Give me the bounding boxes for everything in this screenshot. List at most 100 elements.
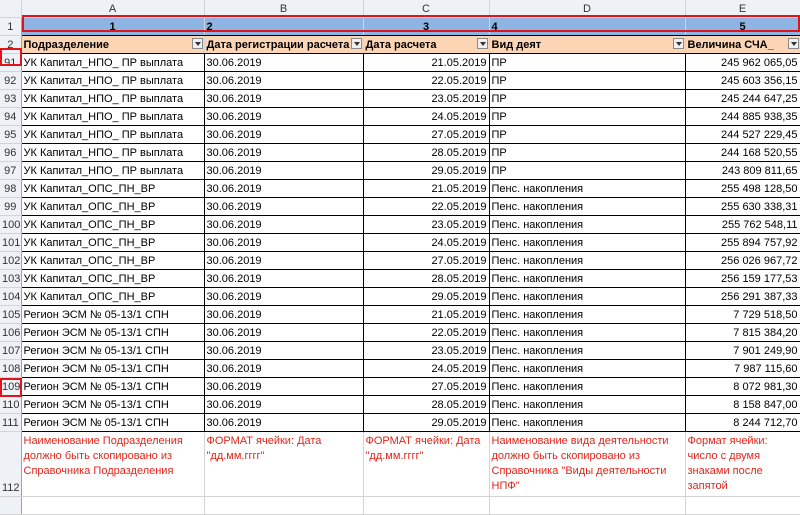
table-cell[interactable]: 255 498 128,50 bbox=[685, 179, 800, 198]
row-header[interactable]: 98 bbox=[0, 179, 22, 198]
table-cell[interactable]: 27.05.2019 bbox=[363, 251, 490, 270]
table-cell[interactable]: 30.06.2019 bbox=[204, 413, 364, 432]
table-cell[interactable]: УК Капитал_ОПС_ПН_ВР bbox=[21, 269, 205, 288]
row-header[interactable]: 105 bbox=[0, 305, 22, 324]
note-cell-b[interactable]: ФОРМАТ ячейки: Дата "дд.мм.гггг" bbox=[204, 431, 364, 497]
table-cell[interactable]: 24.05.2019 bbox=[363, 359, 490, 378]
row-header[interactable]: 103 bbox=[0, 269, 22, 288]
table-cell[interactable]: 30.06.2019 bbox=[204, 53, 364, 72]
table-cell[interactable]: Регион ЭСМ № 05-13/1 СПН bbox=[21, 413, 205, 432]
row-header[interactable]: 96 bbox=[0, 143, 22, 162]
table-cell[interactable]: 255 630 338,31 bbox=[685, 197, 800, 216]
table-cell[interactable]: Пенс. накопления bbox=[489, 305, 686, 324]
table-cell[interactable]: 30.06.2019 bbox=[204, 287, 364, 306]
table-cell[interactable]: 256 159 177,53 bbox=[685, 269, 800, 288]
table-cell[interactable]: Пенс. накопления bbox=[489, 179, 686, 198]
table-cell[interactable]: 30.06.2019 bbox=[204, 305, 364, 324]
table-cell[interactable]: 21.05.2019 bbox=[363, 53, 490, 72]
table-cell[interactable]: УК Капитал_ОПС_ПН_ВР bbox=[21, 287, 205, 306]
table-cell[interactable]: 245 244 647,25 bbox=[685, 89, 800, 108]
table-cell[interactable]: ПР bbox=[489, 161, 686, 180]
table-cell[interactable]: УК Капитал_НПО_ ПР выплата bbox=[21, 53, 205, 72]
table-cell[interactable]: 255 894 757,92 bbox=[685, 233, 800, 252]
table-cell[interactable]: Пенс. накопления bbox=[489, 251, 686, 270]
table-cell[interactable]: Регион ЭСМ № 05-13/1 СПН bbox=[21, 323, 205, 342]
row-header[interactable]: 99 bbox=[0, 197, 22, 216]
table-cell[interactable]: Регион ЭСМ № 05-13/1 СПН bbox=[21, 377, 205, 396]
table-cell[interactable]: 22.05.2019 bbox=[363, 71, 490, 90]
table-cell[interactable]: Пенс. накопления bbox=[489, 413, 686, 432]
row-header[interactable]: 104 bbox=[0, 287, 22, 306]
table-cell[interactable]: 21.05.2019 bbox=[363, 305, 490, 324]
table-cell[interactable]: Пенс. накопления bbox=[489, 215, 686, 234]
table-cell[interactable]: 30.06.2019 bbox=[204, 251, 364, 270]
table-cell[interactable]: 256 291 387,33 bbox=[685, 287, 800, 306]
table-cell[interactable]: 30.06.2019 bbox=[204, 107, 364, 126]
table-cell[interactable]: 244 527 229,45 bbox=[685, 125, 800, 144]
row-header[interactable]: 100 bbox=[0, 215, 22, 234]
empty-cell[interactable] bbox=[21, 496, 205, 515]
row-header[interactable]: 102 bbox=[0, 251, 22, 270]
table-cell[interactable]: УК Капитал_ОПС_ПН_ВР bbox=[21, 179, 205, 198]
table-cell[interactable]: 30.06.2019 bbox=[204, 215, 364, 234]
table-cell[interactable]: 7 901 249,90 bbox=[685, 341, 800, 360]
table-cell[interactable]: Пенс. накопления bbox=[489, 377, 686, 396]
table-cell[interactable]: УК Капитал_НПО_ ПР выплата bbox=[21, 89, 205, 108]
note-cell-d[interactable]: Наименование вида деятельности должно бы… bbox=[489, 431, 686, 497]
filter-dropdown-icon[interactable] bbox=[476, 38, 488, 49]
table-cell[interactable]: 30.06.2019 bbox=[204, 71, 364, 90]
row-header[interactable]: 95 bbox=[0, 125, 22, 144]
table-cell[interactable]: УК Капитал_ОПС_ПН_ВР bbox=[21, 215, 205, 234]
table-cell[interactable]: 30.06.2019 bbox=[204, 269, 364, 288]
table-cell[interactable]: 29.05.2019 bbox=[363, 161, 490, 180]
table-cell[interactable]: 30.06.2019 bbox=[204, 341, 364, 360]
table-cell[interactable]: Пенс. накопления bbox=[489, 197, 686, 216]
table-cell[interactable]: 30.06.2019 bbox=[204, 233, 364, 252]
table-cell[interactable]: Регион ЭСМ № 05-13/1 СПН bbox=[21, 359, 205, 378]
table-cell[interactable]: 29.05.2019 bbox=[363, 287, 490, 306]
table-cell[interactable]: УК Капитал_ОПС_ПН_ВР bbox=[21, 233, 205, 252]
filter-dropdown-icon[interactable] bbox=[787, 38, 799, 49]
note-cell-c[interactable]: ФОРМАТ ячейки: Дата "дд.мм.гггг" bbox=[363, 431, 490, 497]
table-cell[interactable]: ПР bbox=[489, 143, 686, 162]
table-cell[interactable]: 23.05.2019 bbox=[363, 341, 490, 360]
row-header[interactable]: 93 bbox=[0, 89, 22, 108]
table-cell[interactable]: 24.05.2019 bbox=[363, 233, 490, 252]
select-all-corner[interactable] bbox=[0, 0, 22, 18]
table-cell[interactable]: 28.05.2019 bbox=[363, 143, 490, 162]
table-cell[interactable]: 243 809 811,65 bbox=[685, 161, 800, 180]
table-cell[interactable]: 27.05.2019 bbox=[363, 377, 490, 396]
row-header[interactable]: 110 bbox=[0, 395, 22, 414]
row-header[interactable]: 108 bbox=[0, 359, 22, 378]
row-header[interactable]: 101 bbox=[0, 233, 22, 252]
table-cell[interactable]: 244 885 938,35 bbox=[685, 107, 800, 126]
header-cell-a2[interactable]: Подразделение bbox=[21, 35, 205, 54]
table-cell[interactable]: 245 603 356,15 bbox=[685, 71, 800, 90]
table-cell[interactable]: Пенс. накопления bbox=[489, 395, 686, 414]
table-cell[interactable]: 30.06.2019 bbox=[204, 395, 364, 414]
filter-dropdown-icon[interactable] bbox=[191, 38, 203, 49]
row-header[interactable]: 92 bbox=[0, 71, 22, 90]
table-cell[interactable]: Регион ЭСМ № 05-13/1 СПН bbox=[21, 395, 205, 414]
empty-cell[interactable] bbox=[204, 496, 364, 515]
row-header[interactable]: 106 bbox=[0, 323, 22, 342]
table-cell[interactable]: УК Капитал_НПО_ ПР выплата bbox=[21, 107, 205, 126]
row-header-empty[interactable] bbox=[0, 496, 22, 515]
table-cell[interactable]: ПР bbox=[489, 53, 686, 72]
table-cell[interactable]: 8 244 712,70 bbox=[685, 413, 800, 432]
empty-cell[interactable] bbox=[685, 496, 800, 515]
table-cell[interactable]: Пенс. накопления bbox=[489, 341, 686, 360]
table-cell[interactable]: ПР bbox=[489, 89, 686, 108]
empty-cell[interactable] bbox=[489, 496, 686, 515]
table-cell[interactable]: 8 158 847,00 bbox=[685, 395, 800, 414]
table-cell[interactable]: 30.06.2019 bbox=[204, 125, 364, 144]
table-cell[interactable]: УК Капитал_ОПС_ПН_ВР bbox=[21, 197, 205, 216]
filter-dropdown-icon[interactable] bbox=[672, 38, 684, 49]
table-cell[interactable]: 30.06.2019 bbox=[204, 359, 364, 378]
table-cell[interactable]: 30.06.2019 bbox=[204, 197, 364, 216]
table-cell[interactable]: Регион ЭСМ № 05-13/1 СПН bbox=[21, 341, 205, 360]
table-cell[interactable]: 22.05.2019 bbox=[363, 197, 490, 216]
table-cell[interactable]: 28.05.2019 bbox=[363, 395, 490, 414]
table-cell[interactable]: 256 026 967,72 bbox=[685, 251, 800, 270]
note-cell-e[interactable]: Формат ячейки: число с двумя знаками пос… bbox=[685, 431, 800, 497]
